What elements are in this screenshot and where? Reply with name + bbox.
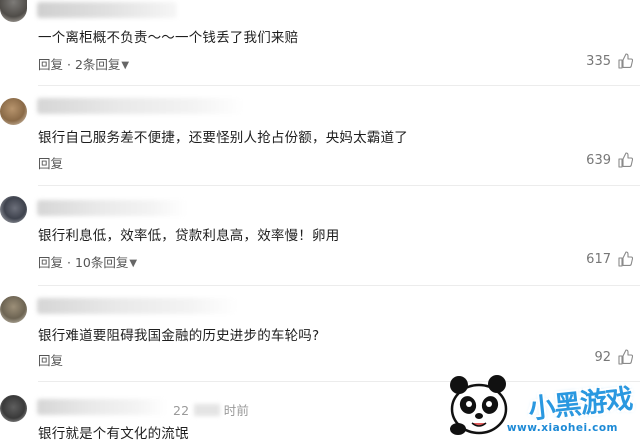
avatar[interactable] (0, 395, 27, 422)
chevron-down-icon: ▼ (129, 258, 138, 269)
avatar[interactable] (0, 196, 27, 223)
like-count: 639 (586, 152, 611, 168)
comment-item: 银行自己服务差不便捷，还要怪别人抢占份额，央妈太霸道了 回复 639 (0, 86, 640, 186)
avatar[interactable] (0, 296, 27, 323)
dot-separator: · (67, 255, 75, 270)
panda-mascot-icon (450, 375, 508, 435)
reply-link[interactable]: 回复 (38, 353, 63, 368)
watermark-title: 小黑游戏 (526, 383, 634, 426)
comment-meta: 22 时前 (173, 400, 249, 419)
reply-link[interactable]: 回复 (38, 57, 63, 72)
reply-link[interactable]: 回复 (38, 255, 63, 270)
watermark: 小黑游戏 www.xiaohei.com (440, 371, 640, 437)
like-count: 617 (586, 251, 611, 267)
like-count: 92 (594, 349, 611, 365)
like-count: 335 (586, 53, 611, 69)
comment-item: 银行利息低，效率低，贷款利息高，效率慢！卵用 回复 · 10条回复▼ 617 (0, 186, 640, 286)
reply-row[interactable]: 回复 (38, 350, 63, 369)
comment-text: 银行难道要阻碍我国金融的历史进步的车轮吗? (38, 328, 320, 344)
chevron-down-icon: ▼ (121, 60, 130, 71)
like-button[interactable]: 617 (586, 251, 633, 267)
avatar[interactable] (0, 0, 27, 22)
avatar[interactable] (0, 98, 27, 125)
time-label: 时前 (223, 403, 250, 418)
comment-text: 银行自己服务差不便捷，还要怪别人抢占份额，央妈太霸道了 (38, 130, 408, 146)
like-button[interactable]: 92 (594, 349, 633, 365)
watermark-url: www.xiaohei.com (506, 422, 618, 434)
reply-link[interactable]: 回复 (38, 156, 63, 171)
meta-number: 22 (173, 403, 190, 418)
like-button[interactable]: 335 (586, 53, 633, 69)
comment-text: 银行利息低，效率低，贷款利息高，效率慢！卵用 (38, 228, 340, 244)
thumbs-up-icon (617, 152, 633, 168)
reply-row[interactable]: 回复 · 2条回复▼ (38, 54, 129, 73)
username-blurred (37, 200, 187, 216)
thumbs-up-icon (617, 251, 633, 267)
username-blurred (37, 399, 167, 415)
comment-text: 一个离柜概不负责～～一个钱丢了我们来赔 (38, 30, 299, 46)
thumbs-up-icon (617, 349, 633, 365)
comment-text: 银行就是个有文化的流氓 (38, 426, 189, 442)
username-blurred (37, 98, 243, 114)
meta-blur (193, 404, 220, 416)
username-blurred (37, 298, 237, 314)
replies-count-link[interactable]: 2条回复 (75, 57, 120, 72)
like-button[interactable]: 639 (586, 152, 633, 168)
reply-row[interactable]: 回复 (38, 153, 63, 172)
thumbs-up-icon (617, 53, 633, 69)
dot-separator: · (67, 57, 75, 72)
username-blurred (37, 2, 177, 18)
replies-count-link[interactable]: 10条回复 (75, 255, 128, 270)
comment-item: 一个离柜概不负责～～一个钱丢了我们来赔 回复 · 2条回复▼ 335 (0, 0, 640, 86)
reply-row[interactable]: 回复 · 10条回复▼ (38, 252, 137, 271)
comment-item: 银行难道要阻碍我国金融的历史进步的车轮吗? 回复 92 (0, 286, 640, 382)
